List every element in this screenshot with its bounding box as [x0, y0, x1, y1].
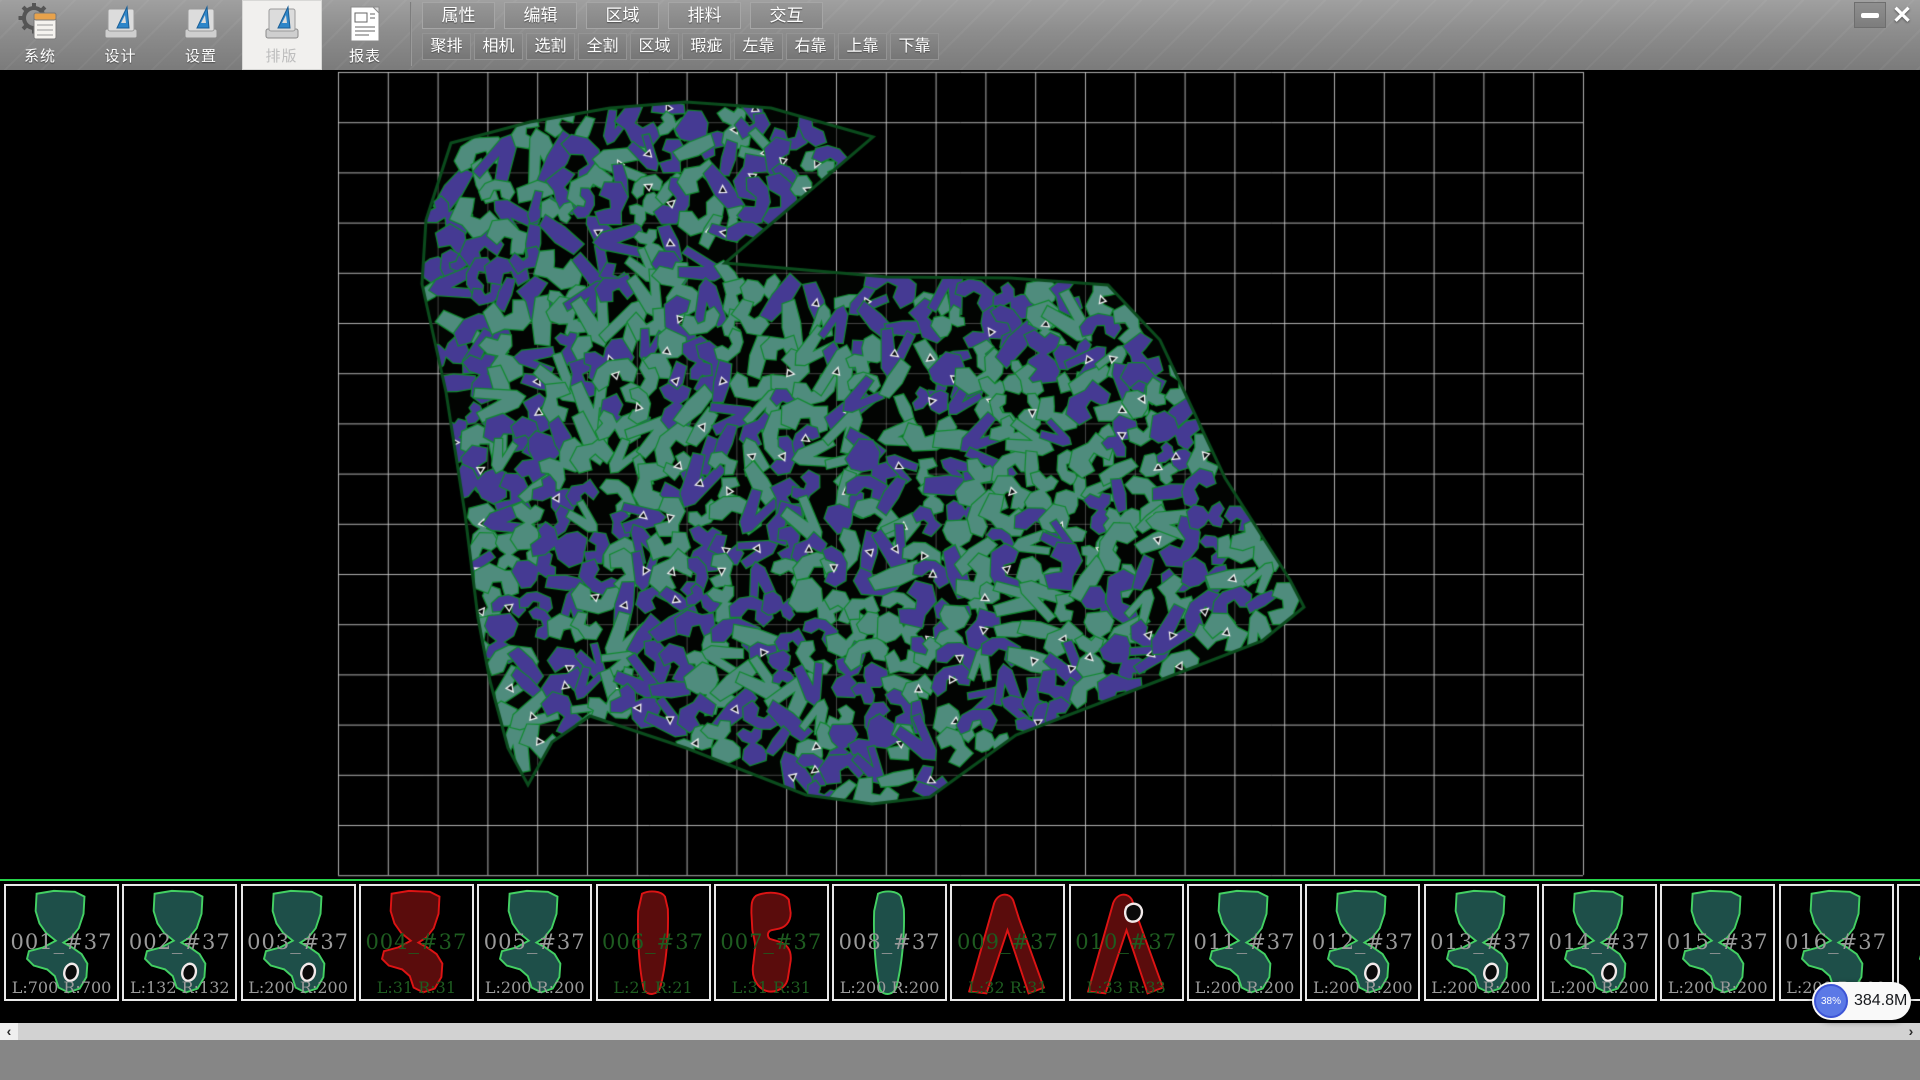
scroll-left-arrow[interactable]: ‹	[0, 1023, 18, 1040]
piece-thumbnail-006_#37[interactable]: 006_#37L:21 R:21	[596, 884, 711, 1001]
tool-button-0[interactable]: 聚排	[422, 33, 471, 60]
window-controls: ✕	[1854, 2, 1918, 28]
piece-shape	[485, 888, 584, 1001]
horizontal-scrollbar[interactable]: ‹ ›	[0, 1023, 1920, 1040]
nav-item-nesting[interactable]: 排版	[242, 0, 322, 70]
tool-button-row: 聚排相机选割全割区域瑕疵左靠右靠上靠下靠	[422, 33, 939, 60]
ruler-screen-icon	[179, 3, 223, 45]
report-doc-icon	[343, 3, 387, 45]
piece-shape	[1313, 888, 1412, 1001]
nav-label-system: 系统	[0, 45, 80, 66]
menu-tab-1[interactable]: 编辑	[504, 2, 577, 29]
gear-notebook-icon	[18, 3, 62, 45]
memory-value: 384.8M	[1854, 982, 1907, 1020]
status-bar	[0, 1040, 1920, 1080]
tool-button-7[interactable]: 右靠	[786, 33, 835, 60]
piece-thumbnail-015_#37[interactable]: 015_#37L:200 R:200	[1660, 884, 1775, 1001]
ruler-screen-icon	[260, 3, 304, 45]
menu-tab-0[interactable]: 属性	[422, 2, 495, 29]
piece-thumbnail-005_#37[interactable]: 005_#37L:200 R:200	[477, 884, 592, 1001]
menu-tab-row: 属性编辑区域排料交互	[422, 2, 823, 30]
nav-label-nesting: 排版	[242, 45, 322, 66]
minimize-icon	[1861, 13, 1879, 18]
close-button[interactable]: ✕	[1886, 2, 1918, 28]
nav-label-design: 设计	[81, 45, 161, 66]
memory-percent-badge: 38%	[1814, 984, 1848, 1018]
piece-thumbnail-008_#37[interactable]: 008_#37L:200 R:200	[832, 884, 947, 1001]
piece-thumbnail-007_#37[interactable]: 007_#37L:31 R:31	[714, 884, 829, 1001]
piece-thumbnail-012_#37[interactable]: 012_#37L:200 R:200	[1305, 884, 1420, 1001]
nav-item-design[interactable]: 设计	[81, 0, 161, 70]
piece-thumbnail-014_#37[interactable]: 014_#37L:200 R:200	[1542, 884, 1657, 1001]
menu-tab-3[interactable]: 排料	[668, 2, 741, 29]
nav-item-setup[interactable]: 设置	[161, 0, 241, 70]
menu-tab-4[interactable]: 交互	[750, 2, 823, 29]
tool-button-3[interactable]: 全割	[578, 33, 627, 60]
piece-thumbnail-003_#37[interactable]: 003_#37L:200 R:200	[241, 884, 356, 1001]
toolbar-separator	[410, 2, 412, 66]
ruler-screen-icon	[99, 3, 143, 45]
piece-shape	[1195, 888, 1294, 1001]
piece-thumbnail-013_#37[interactable]: 013_#37L:200 R:200	[1424, 884, 1539, 1001]
tool-button-5[interactable]: 瑕疵	[682, 33, 731, 60]
nav-item-system[interactable]: 系统	[0, 0, 80, 70]
tool-button-2[interactable]: 选割	[526, 33, 575, 60]
tool-button-8[interactable]: 上靠	[838, 33, 887, 60]
piece-thumbnail-010_#37[interactable]: 010_#37L:33 R:33	[1069, 884, 1184, 1001]
nesting-canvas[interactable]	[0, 70, 1920, 879]
piece-thumbnail-002_#37[interactable]: 002_#37L:132 R:132	[122, 884, 237, 1001]
application-window: 系统设计设置排版报表 属性编辑区域排料交互 聚排相机选割全割区域瑕疵左靠右靠上靠…	[0, 0, 1920, 1080]
piece-thumbnail-011_#37[interactable]: 011_#37L:200 R:200	[1187, 884, 1302, 1001]
nav-item-report[interactable]: 报表	[326, 0, 404, 70]
tool-button-4[interactable]: 区域	[630, 33, 679, 60]
tool-button-9[interactable]: 下靠	[890, 33, 939, 60]
nav-label-report: 报表	[326, 45, 404, 66]
scroll-right-arrow[interactable]: ›	[1902, 1023, 1920, 1040]
piece-thumbnail-004_#37[interactable]: 004_#37L:31 R:31	[359, 884, 474, 1001]
piece-shape	[958, 888, 1057, 1001]
piece-shape	[1432, 888, 1531, 1001]
minimize-button[interactable]	[1854, 2, 1886, 28]
piece-shape	[840, 888, 939, 1001]
piece-thumbnail-009_#37[interactable]: 009_#37L:32 R:31	[950, 884, 1065, 1001]
piece-shape	[722, 888, 821, 1001]
piece-shape	[1668, 888, 1767, 1001]
nav-label-setup: 设置	[161, 45, 241, 66]
piece-shape	[604, 888, 703, 1001]
piece-thumbnail-strip: 001_#37L:700 R:700002_#37L:132 R:132003_…	[0, 879, 1920, 1002]
piece-shape	[130, 888, 229, 1001]
menu-tab-2[interactable]: 区域	[586, 2, 659, 29]
piece-shape	[12, 888, 111, 1001]
piece-thumbnail-001_#37[interactable]: 001_#37L:700 R:700	[4, 884, 119, 1001]
tool-button-1[interactable]: 相机	[474, 33, 523, 60]
piece-shape	[1550, 888, 1649, 1001]
strip-top-line	[0, 879, 1920, 881]
top-toolbar: 系统设计设置排版报表 属性编辑区域排料交互 聚排相机选割全割区域瑕疵左靠右靠上靠…	[0, 0, 1920, 70]
piece-shape	[249, 888, 348, 1001]
piece-shape	[1077, 888, 1176, 1001]
close-icon: ✕	[1892, 1, 1912, 30]
memory-badge: 38% 384.8M	[1812, 982, 1911, 1020]
tool-button-6[interactable]: 左靠	[734, 33, 783, 60]
piece-shape	[367, 888, 466, 1001]
